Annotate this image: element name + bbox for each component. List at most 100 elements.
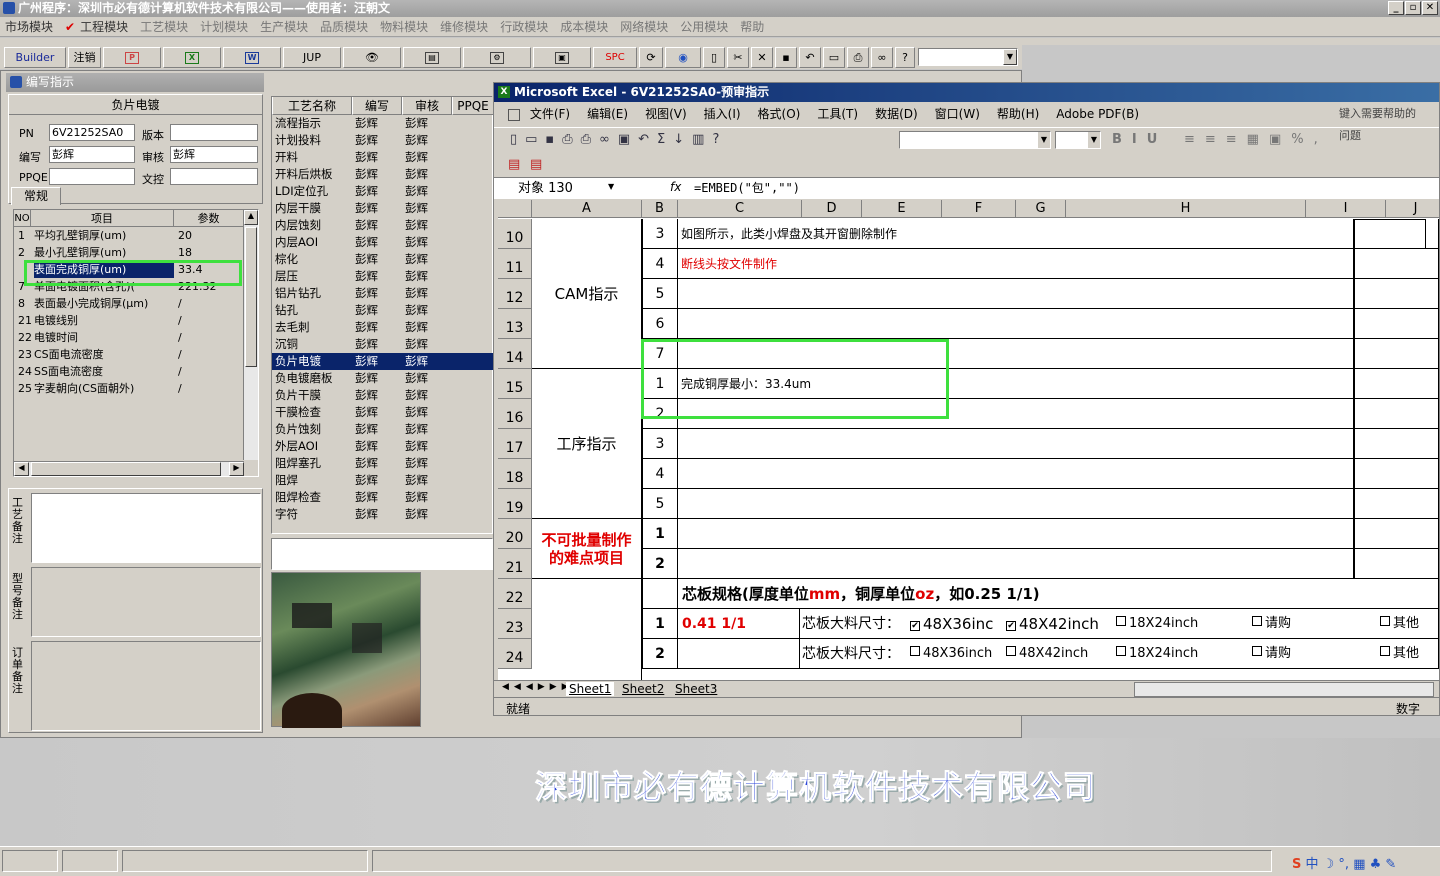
row-header[interactable]: 24 [498, 639, 532, 669]
undo-button[interactable]: ↶ [799, 47, 821, 68]
process-row[interactable]: 阻焊塞孔 彭辉 彭辉 [272, 455, 494, 472]
core-size-cell[interactable]: 芯板大料尺寸： ✔ 48X36inc ✔ 48X42inch 18X24inch 请购 其他 [800, 609, 1439, 639]
reviewer-field[interactable]: 彭辉 [170, 146, 258, 163]
excel-menu-item-4[interactable]: 格式(O) [758, 103, 801, 125]
font-size-combo[interactable]: ▼ [1055, 131, 1101, 149]
tools-button[interactable]: ⚙ [463, 47, 531, 68]
cell-j[interactable] [1354, 549, 1439, 579]
process-row[interactable]: 铝片钻孔 彭辉 彭辉 [272, 285, 494, 302]
param-value[interactable]: / [178, 363, 242, 380]
sheet-tab-3[interactable]: Sheet3 [672, 682, 720, 696]
param-row[interactable]: 1 平均孔壁铜厚(um) 20 [14, 227, 244, 244]
difficult-label-cell[interactable]: 不可批量制作 的难点项目 [532, 519, 642, 579]
version-field[interactable] [170, 124, 258, 141]
chevron-down-icon[interactable]: ▼ [1003, 49, 1017, 65]
embedded-object[interactable] [1354, 219, 1426, 249]
row-header[interactable]: 13 [498, 309, 532, 339]
menu-item-5[interactable]: 品质模块 [320, 17, 368, 37]
param-row[interactable]: 25 字麦朝向(CS面朝外) / [14, 380, 244, 397]
cell-c[interactable]: 断线头按文件制作 [678, 249, 1354, 279]
menu-item-2[interactable]: 工艺模块 [140, 17, 188, 37]
process-col-header[interactable]: PPQE [452, 97, 494, 115]
cell-c[interactable] [678, 429, 1354, 459]
pdf-mail-icon[interactable]: ▤ [530, 157, 542, 172]
process-row[interactable]: 阻焊 彭辉 彭辉 [272, 472, 494, 489]
sheet-hscrollbar[interactable] [1134, 682, 1434, 697]
menu-item-6[interactable]: 物料模块 [380, 17, 428, 37]
menu-item-1[interactable]: 工程模块 [80, 17, 128, 37]
cell-b[interactable] [642, 579, 678, 609]
minimize-button[interactable]: _ [1388, 1, 1404, 15]
excel-menu-item-6[interactable]: 数据(D) [875, 103, 918, 125]
excel-menu-item-7[interactable]: 窗口(W) [935, 103, 980, 125]
menu-item-10[interactable]: 网络模块 [620, 17, 668, 37]
checkbox[interactable] [1116, 616, 1126, 626]
process-row[interactable]: 内层AOI 彭辉 彭辉 [272, 234, 494, 251]
process-row[interactable]: 层压 彭辉 彭辉 [272, 268, 494, 285]
column-header[interactable]: C [678, 200, 802, 218]
core-size-cell[interactable]: 芯板大料尺寸： 48X36inch 48X42inch 18X24inch 请购 其他 [800, 639, 1439, 669]
process-detail-field[interactable] [271, 538, 493, 570]
column-header[interactable]: G [1016, 200, 1066, 218]
view-button[interactable]: 👁 [343, 47, 401, 68]
process-row[interactable]: 干膜检查 彭辉 彭辉 [272, 404, 494, 421]
corner-cell[interactable] [498, 200, 532, 218]
cell-j[interactable] [1354, 459, 1439, 489]
font-name-combo[interactable]: ▼ [899, 131, 1051, 149]
param-value[interactable]: / [178, 380, 242, 397]
column-header[interactable]: J [1386, 200, 1439, 218]
cell-b[interactable]: 2 [642, 549, 678, 579]
sheet-nav-arrows[interactable]: ◀◀◀▶▶▶ [502, 682, 574, 692]
cell-c[interactable]: 如图所示，此类小焊盘及其开窗删除制作 [678, 219, 1354, 249]
spc-button[interactable]: SPC [593, 47, 637, 68]
process-row[interactable]: 钻孔 彭辉 彭辉 [272, 302, 494, 319]
row-header[interactable]: 11 [498, 249, 532, 279]
excel-menu-item-3[interactable]: 插入(I) [704, 103, 741, 125]
save-button[interactable]: ▪ [775, 47, 797, 68]
cell-c[interactable] [678, 309, 1354, 339]
process-row[interactable]: 开料 彭辉 彭辉 [272, 149, 494, 166]
param-value[interactable]: / [178, 346, 242, 363]
scroll-right-arrow-icon[interactable]: ▶ [229, 462, 244, 476]
excel-toolbar-icons[interactable]: ▯▭▪⎙⎙∞▣↶Σ↓▥? [510, 132, 727, 147]
process-row[interactable]: LDI定位孔 彭辉 彭辉 [272, 183, 494, 200]
excel-menu-item-8[interactable]: 帮助(H) [997, 103, 1039, 125]
param-value[interactable]: / [178, 329, 242, 346]
cell-c[interactable] [678, 519, 1354, 549]
row-header[interactable]: 23 [498, 609, 532, 639]
find-button[interactable]: ∞ [871, 47, 893, 68]
row-header[interactable]: 17 [498, 429, 532, 459]
row-header[interactable]: 18 [498, 459, 532, 489]
core-spec-header[interactable]: 芯板规格(厚度单位mm，铜厚单位oz，如0.25 1/1) [678, 579, 1439, 609]
chevron-down-icon[interactable]: ▼ [1038, 132, 1050, 148]
cut-button[interactable]: ✂ [727, 47, 749, 68]
cell-j[interactable] [1354, 519, 1439, 549]
process-row[interactable]: 外层AOI 彭辉 彭辉 [272, 438, 494, 455]
excel-menu-item-0[interactable]: 文件(F) [530, 103, 570, 125]
process-row[interactable]: 负片干膜 彭辉 彭辉 [272, 387, 494, 404]
core-thickness-cell[interactable] [678, 639, 800, 669]
process-row[interactable]: 负片电镀 彭辉 彭辉 [272, 353, 494, 370]
row-header[interactable]: 19 [498, 489, 532, 519]
param-row[interactable]: 21 电镀线别 / [14, 312, 244, 329]
checkbox[interactable] [1380, 616, 1390, 626]
menu-item-11[interactable]: 公用模块 [680, 17, 728, 37]
column-header[interactable]: F [942, 200, 1016, 218]
refresh-button[interactable]: ⟳ [639, 47, 663, 68]
checkbox[interactable]: ✔ [910, 621, 920, 631]
param-value[interactable]: 18 [178, 244, 242, 261]
core-spec-a-cell[interactable] [532, 579, 642, 680]
name-box[interactable]: 对象 130 [498, 179, 618, 198]
param-hscrollbar[interactable]: ◀ ▶ [14, 461, 244, 476]
chevron-down-icon[interactable]: ▼ [1088, 132, 1100, 148]
cell-j[interactable] [1354, 429, 1439, 459]
toolbar-combo[interactable]: ▼ [918, 48, 1018, 66]
note-process-field[interactable] [31, 493, 261, 563]
param-vscrollbar[interactable]: ▲ [243, 210, 258, 460]
wencha-field[interactable] [170, 168, 258, 185]
align-buttons[interactable]: ≡≡≡▦▣%, [1184, 132, 1328, 147]
param-row[interactable]: 2 最小孔壁铜厚(um) 18 [14, 244, 244, 261]
sheet-tab-1[interactable]: Sheet1 [566, 682, 615, 696]
checkbox[interactable] [1252, 616, 1262, 626]
computer-button[interactable]: ▣ [533, 47, 591, 68]
